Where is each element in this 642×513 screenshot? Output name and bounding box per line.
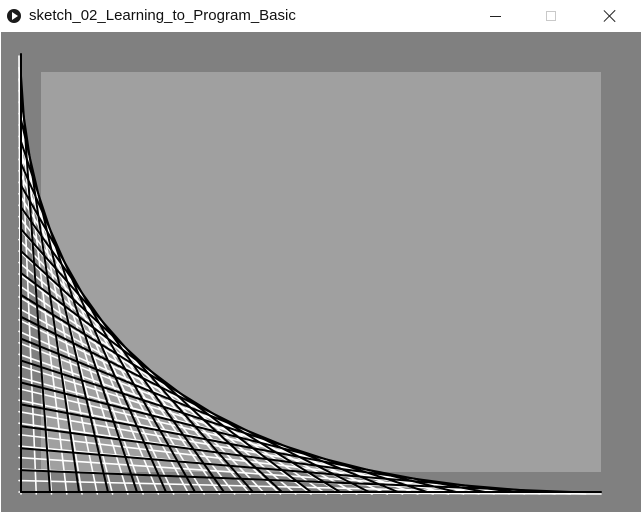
window-title: sketch_02_Learning_to_Program_Basic: [29, 7, 296, 24]
string-art-drawing: [1, 32, 641, 512]
title-bar[interactable]: sketch_02_Learning_to_Program_Basic: [0, 0, 642, 32]
minimize-icon: [489, 15, 501, 17]
close-button[interactable]: [587, 0, 633, 32]
processing-play-icon: [7, 9, 21, 23]
sketch-canvas[interactable]: [1, 32, 641, 512]
maximize-icon: [546, 11, 556, 21]
close-icon: [603, 9, 617, 23]
processing-window: sketch_02_Learning_to_Program_Basic: [0, 0, 642, 513]
minimize-button[interactable]: [472, 0, 518, 32]
maximize-button: [528, 0, 574, 32]
